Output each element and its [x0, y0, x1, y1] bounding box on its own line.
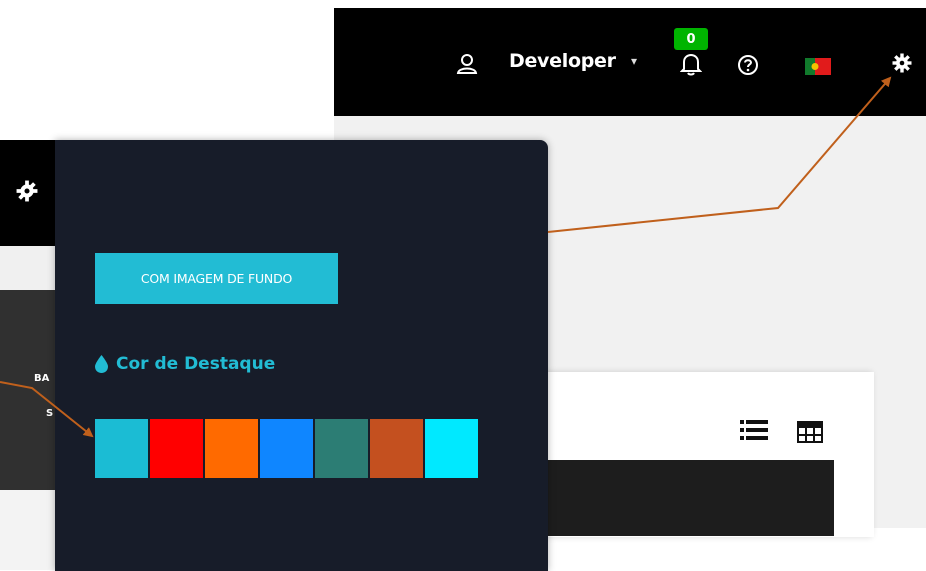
list-view-icon[interactable]	[740, 418, 768, 442]
table-header-row	[544, 460, 834, 536]
accent-color-swatch[interactable]	[425, 419, 478, 478]
settings-panel: COM IMAGEM DE FUNDO Cor de Destaque	[55, 140, 548, 571]
accent-color-heading: Cor de Destaque	[95, 354, 275, 374]
accent-color-swatch[interactable]	[150, 419, 203, 478]
top-navigation-bar: Developer ▾ 0	[334, 8, 926, 116]
fragment-bottom	[0, 490, 60, 570]
water-drop-icon	[95, 355, 108, 373]
user-icon[interactable]	[456, 53, 478, 75]
user-menu-caret-icon[interactable]: ▾	[631, 54, 637, 68]
bell-icon	[680, 53, 702, 76]
portugal-flag-icon[interactable]	[805, 58, 831, 75]
notifications-button[interactable]: 0	[674, 28, 714, 78]
accent-color-swatch[interactable]	[95, 419, 148, 478]
accent-color-title: Cor de Destaque	[116, 354, 276, 374]
gear-icon[interactable]	[892, 53, 912, 73]
accent-color-swatches	[95, 419, 478, 478]
help-icon[interactable]	[737, 54, 759, 76]
accent-color-swatch[interactable]	[260, 419, 313, 478]
background-window-fragment: BA S	[0, 140, 60, 570]
fragment-strip	[0, 246, 60, 290]
accent-color-swatch[interactable]	[315, 419, 368, 478]
background-image-button[interactable]: COM IMAGEM DE FUNDO	[95, 253, 338, 304]
notification-count-badge: 0	[674, 28, 708, 50]
accent-color-swatch[interactable]	[205, 419, 258, 478]
fragment-dark-section	[0, 290, 60, 490]
table-view-icon[interactable]	[796, 420, 824, 444]
gear-icon[interactable]	[16, 180, 38, 202]
fragment-text: S	[46, 408, 54, 419]
fragment-text: BA	[34, 373, 50, 384]
user-menu-name[interactable]: Developer	[509, 50, 616, 72]
accent-color-swatch[interactable]	[370, 419, 423, 478]
